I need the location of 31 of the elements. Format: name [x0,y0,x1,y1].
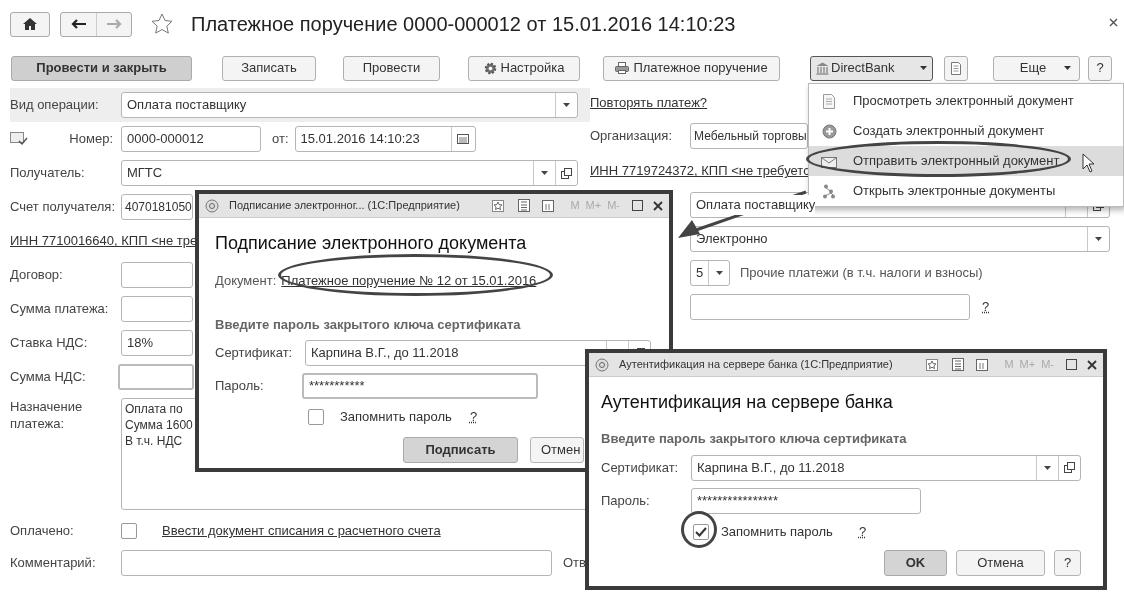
field-label: Назначение платежа: [10,398,84,432]
field-label: Оплачено: [10,522,75,541]
checkbox-label: Запомнить пароль [721,522,833,541]
field-label: Вид операции: [10,96,100,115]
field-label: Договор: [10,266,64,285]
field-label: Сумма НДС: [10,368,87,387]
field-label: Пароль: [215,377,265,396]
text-line: Оплата по [125,401,183,417]
text-line: В т.ч. НДС [125,433,183,449]
dialog-heading: Аутентификация на сервере банка [601,391,893,414]
field-label: Отв [563,554,586,573]
field-label: от: [272,130,289,149]
field-label: Номер: [69,131,113,147]
field-label: Комментарий: [10,554,97,573]
field-label: Сумма платежа: [10,300,110,319]
dialog-heading: Подписание электронного документа [215,232,527,255]
field-label: Ставка НДС: [10,334,89,353]
text-line: Сумма 1600 [125,417,193,433]
section-heading: Введите пароль закрытого ключа сертификата [601,430,907,448]
field-label: Сертификат: [601,458,680,477]
checkbox-label: Запомнить пароль [340,408,452,427]
section-heading: Введите пароль закрытого ключа сертификата [215,315,521,334]
dialog-title: Подписание электронног... (1С:Предприятие) [229,198,460,214]
field-label: Пароль: [601,491,651,510]
field-label: Сертификат: [215,344,294,363]
field-label: Документ: [215,272,277,290]
priority-text: Прочие платежи (в т.ч. налоги и взносы) [740,264,983,283]
window-title: Платежное поручение 0000-000012 от 15.01.2016 14:10:23 [191,12,736,37]
field-label: Получатель: [10,164,86,183]
field-label: Счет получателя: [10,198,116,217]
field-label: Организация: [590,127,674,146]
